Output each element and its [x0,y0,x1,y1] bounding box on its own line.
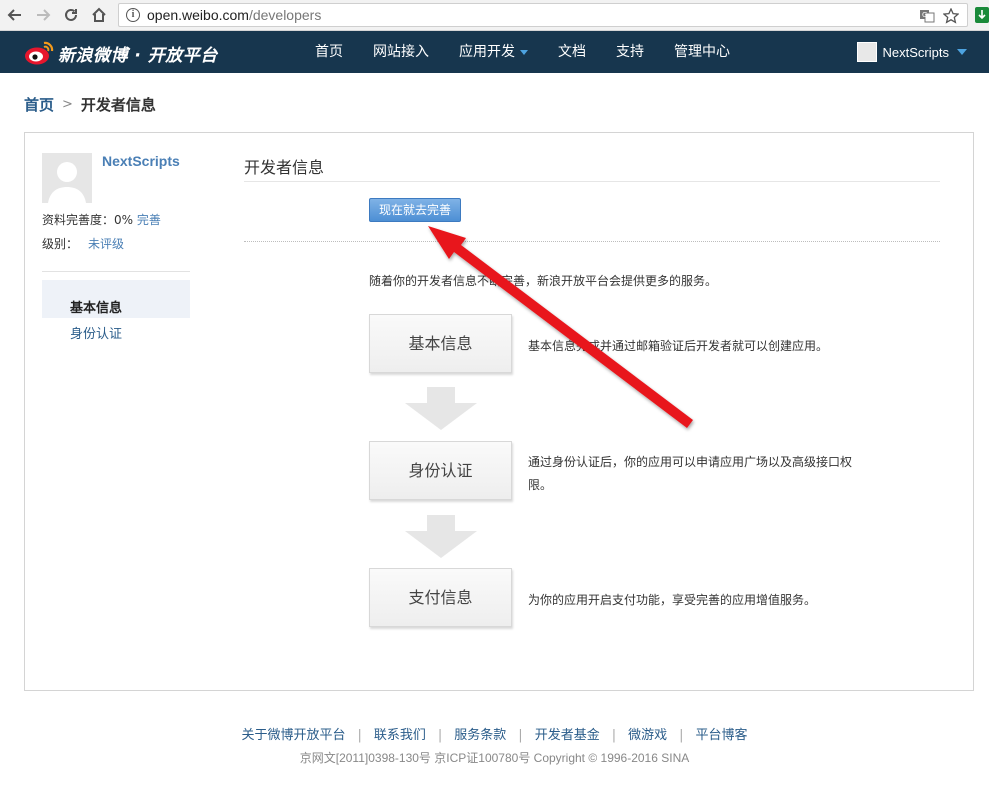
header-username: NextScripts [882,44,949,60]
caret-down-icon [957,49,967,55]
site-header: 新浪微博 · 开放平台 首页 网站接入 应用开发 文档 支持 管理中心 Next… [0,31,989,73]
down-arrow-icon [405,515,477,558]
site-logo[interactable]: 新浪微博 · 开放平台 [24,39,218,67]
nav-admin-label: 管理中心 [674,44,730,60]
complete-profile-link[interactable]: 完善 [137,213,161,227]
sidebar-item-label: 基本信息 [70,301,123,316]
footer-separator: | [357,728,362,743]
footer-link-fund[interactable]: 开发者基金 [535,728,600,743]
nav-web-access-label: 网站接入 [373,44,429,60]
footer-links: 关于微博开放平台 | 联系我们 | 服务条款 | 开发者基金 | 微游戏 | 平台博客 [0,724,989,743]
default-avatar-icon [42,153,92,203]
url-text: open.weibo.com/developers [147,7,321,24]
footer-separator: | [437,728,443,743]
home-icon [92,7,106,22]
translate-icon[interactable]: G [919,8,935,24]
reload-button[interactable] [60,4,82,26]
sidebar-divider [42,271,190,272]
extension-icon[interactable] [975,7,989,23]
url-host: open.weibo.com [147,7,249,23]
weibo-logo-icon [25,41,54,65]
breadcrumb-current: 开发者信息 [80,96,156,114]
step-label: 支付信息 [408,588,473,607]
nav-admin[interactable]: 管理中心 [659,31,745,73]
step-label: 基本信息 [408,334,473,353]
level-value-link[interactable]: 未评级 [88,237,124,251]
footer-separator: | [518,728,523,743]
level-label: 级别： [42,237,79,251]
nav-docs-label: 文档 [558,44,586,60]
user-menu[interactable]: NextScripts [856,42,967,62]
footer-link-terms[interactable]: 服务条款 [454,728,506,743]
top-nav: 首页 网站接入 应用开发 文档 支持 管理中心 [300,31,745,73]
svg-text:G: G [922,11,927,19]
step-description: 为你的应用开启支付功能，享受完善的应用增值服务。 [528,593,817,607]
star-icon[interactable] [943,8,959,24]
step-description: 基本信息完成并通过邮箱验证后开发者就可以创建应用。 [528,339,829,353]
page-title: 开发者信息 [244,158,325,177]
nav-app-dev[interactable]: 应用开发 [444,31,543,73]
profile-completeness-label: 资料完善度： [42,213,115,227]
complete-now-button[interactable]: 现在就去完善 [369,198,461,222]
nav-web-access[interactable]: 网站接入 [358,31,444,73]
footer-separator: | [679,728,684,743]
footer-copyright: 京网文[2011]0398-130号 京ICP证100780号 Copyrigh… [299,751,690,765]
nav-docs[interactable]: 文档 [543,31,601,73]
breadcrumb: 首页 > 开发者信息 [24,95,156,115]
footer-link-about[interactable]: 关于微博开放平台 [241,728,345,743]
footer-link-contact[interactable]: 联系我们 [374,728,426,743]
step-identity-verification: 身份认证 [369,441,512,500]
arrow-left-icon [7,9,21,21]
avatar [856,42,877,62]
sidebar-item-label: 身份认证 [70,327,123,342]
browser-toolbar: i open.weibo.com/developers G [0,0,989,31]
sidebar-username[interactable]: NextScripts [102,153,180,169]
nav-support[interactable]: 支持 [601,31,659,73]
home-button[interactable] [88,4,110,26]
step-basic-info: 基本信息 [369,314,512,373]
nav-support-label: 支持 [616,44,644,60]
down-arrow-icon [405,387,477,430]
profile-completeness-value: 0% [114,213,134,227]
breadcrumb-separator: > [62,97,73,112]
dotted-divider [244,241,940,242]
footer-link-blog[interactable]: 平台博客 [696,728,748,743]
info-icon[interactable]: i [126,8,140,22]
developer-level: 级别： 未评级 [42,235,124,252]
step-label: 身份认证 [408,461,473,480]
forward-button[interactable] [32,4,54,26]
nav-home[interactable]: 首页 [300,31,358,73]
footer-separator: | [611,728,617,743]
nav-app-dev-label: 应用开发 [459,44,515,60]
sidebar-item-basic-info[interactable]: 基本信息 [42,280,190,318]
avatar[interactable] [42,153,92,203]
developer-info-panel: NextScripts 资料完善度：0% 完善 级别： 未评级 基本信息 身份认证… [24,132,974,691]
footer-link-games[interactable]: 微游戏 [628,728,667,743]
breadcrumb-home[interactable]: 首页 [24,95,54,115]
intro-text: 随着你的开发者信息不断完善，新浪开放平台会提供更多的服务。 [369,274,718,288]
step-description: 通过身份认证后，你的应用可以申请应用广场以及高级接口权限。 [528,455,853,492]
step-payment-info: 支付信息 [369,568,512,627]
sidebar-item-identity-verification[interactable]: 身份认证 [70,323,122,342]
site-logo-text: 新浪微博 · 开放平台 [58,45,218,66]
address-bar[interactable]: i open.weibo.com/developers G [118,3,968,27]
title-divider [244,181,940,182]
profile-completeness: 资料完善度：0% 完善 [42,211,161,228]
nav-home-label: 首页 [315,44,343,60]
arrow-right-icon [37,9,51,21]
back-button[interactable] [4,4,26,26]
caret-down-icon [520,49,528,55]
url-path: /developers [248,7,322,23]
reload-icon [65,8,77,21]
